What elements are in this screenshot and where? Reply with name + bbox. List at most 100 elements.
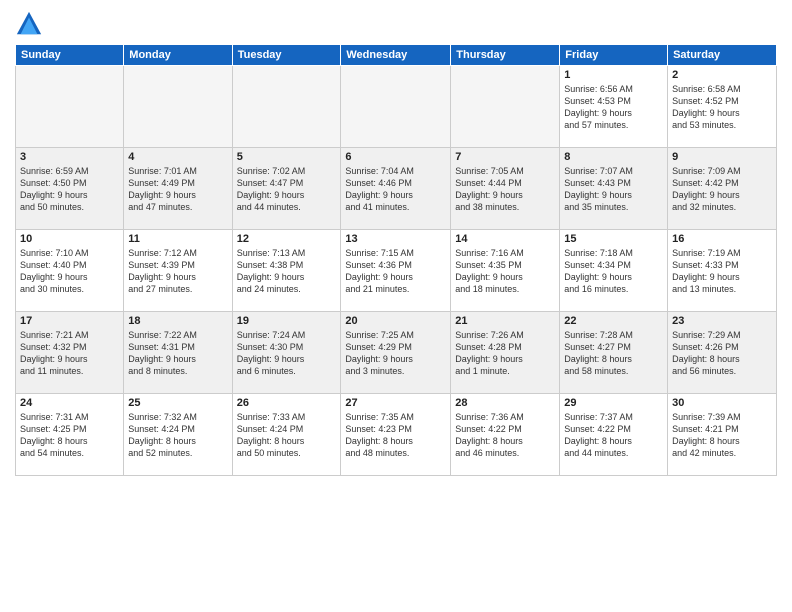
day-number: 3 [20, 151, 119, 163]
cell-line: Daylight: 9 hours [237, 271, 337, 283]
calendar-cell-day: 9Sunrise: 7:09 AMSunset: 4:42 PMDaylight… [668, 148, 777, 230]
cell-line: Sunrise: 7:25 AM [345, 329, 446, 341]
calendar-header-friday: Friday [560, 45, 668, 66]
day-number: 28 [455, 397, 555, 409]
calendar-cell-day: 10Sunrise: 7:10 AMSunset: 4:40 PMDayligh… [16, 230, 124, 312]
calendar-cell-empty [341, 66, 451, 148]
cell-line: Sunrise: 7:09 AM [672, 165, 772, 177]
day-number: 10 [20, 233, 119, 245]
cell-line: and 47 minutes. [128, 201, 227, 213]
calendar-cell-day: 8Sunrise: 7:07 AMSunset: 4:43 PMDaylight… [560, 148, 668, 230]
calendar-cell-day: 21Sunrise: 7:26 AMSunset: 4:28 PMDayligh… [451, 312, 560, 394]
calendar-header-sunday: Sunday [16, 45, 124, 66]
calendar-cell-day: 11Sunrise: 7:12 AMSunset: 4:39 PMDayligh… [124, 230, 232, 312]
cell-line: Sunrise: 7:35 AM [345, 411, 446, 423]
cell-line: Sunset: 4:36 PM [345, 259, 446, 271]
day-number: 14 [455, 233, 555, 245]
cell-line: Sunrise: 7:07 AM [564, 165, 663, 177]
calendar-cell-day: 18Sunrise: 7:22 AMSunset: 4:31 PMDayligh… [124, 312, 232, 394]
calendar-header-tuesday: Tuesday [232, 45, 341, 66]
cell-line: Sunset: 4:24 PM [128, 423, 227, 435]
day-number: 18 [128, 315, 227, 327]
calendar-cell-day: 19 Sunrise: 7:24 AMSunset: 4:30 PMDayligh… [232, 312, 341, 394]
calendar-cell-day: 6Sunrise: 7:04 AMSunset: 4:46 PMDaylight… [341, 148, 451, 230]
cell-line: Sunrise: 7:36 AM [455, 411, 555, 423]
cell-line: Sunset: 4:53 PM [564, 95, 663, 107]
cell-line: Sunrise: 7:29 AM [672, 329, 772, 341]
cell-line: and 11 minutes. [20, 365, 119, 377]
cell-line: Daylight: 9 hours [128, 189, 227, 201]
day-number: 24 [20, 397, 119, 409]
cell-line: and 6 minutes. [237, 365, 337, 377]
calendar-table: SundayMondayTuesdayWednesdayThursdayFrid… [15, 44, 777, 476]
cell-line: Sunrise: 7:01 AM [128, 165, 227, 177]
header [15, 10, 777, 38]
cell-line: Sunset: 4:35 PM [455, 259, 555, 271]
cell-line: Sunrise: 7:28 AM [564, 329, 663, 341]
cell-line: Sunrise: 7:18 AM [564, 247, 663, 259]
cell-line: Sunset: 4:23 PM [345, 423, 446, 435]
cell-line: Daylight: 8 hours [20, 435, 119, 447]
cell-line: Sunset: 4:28 PM [455, 341, 555, 353]
cell-line: Sunset: 4:52 PM [672, 95, 772, 107]
day-number: 2 [672, 69, 772, 81]
day-number: 12 [237, 233, 337, 245]
cell-line: Sunrise: 7:31 AM [20, 411, 119, 423]
day-number: 30 [672, 397, 772, 409]
cell-line: Sunset: 4:47 PM [237, 177, 337, 189]
cell-line: Sunrise: 7:24 AM [237, 329, 337, 341]
cell-line: Sunset: 4:27 PM [564, 341, 663, 353]
cell-line: Daylight: 8 hours [672, 353, 772, 365]
cell-line: Sunset: 4:31 PM [128, 341, 227, 353]
calendar-cell-day: 3Sunrise: 6:59 AMSunset: 4:50 PMDaylight… [16, 148, 124, 230]
cell-line: Sunset: 4:43 PM [564, 177, 663, 189]
cell-line: Sunset: 4:39 PM [128, 259, 227, 271]
cell-line: and 57 minutes. [564, 119, 663, 131]
cell-line: Daylight: 9 hours [345, 353, 446, 365]
cell-line: Daylight: 9 hours [564, 271, 663, 283]
cell-line: Sunset: 4:33 PM [672, 259, 772, 271]
cell-line: Sunrise: 7:12 AM [128, 247, 227, 259]
calendar-cell-day: 30Sunrise: 7:39 AMSunset: 4:21 PMDayligh… [668, 394, 777, 476]
cell-line: Sunrise: 7:19 AM [672, 247, 772, 259]
cell-line: Sunrise: 7:26 AM [455, 329, 555, 341]
cell-line: Sunrise: 7:32 AM [128, 411, 227, 423]
cell-line: Sunset: 4:46 PM [345, 177, 446, 189]
day-number: 5 [237, 151, 337, 163]
cell-line: and 24 minutes. [237, 283, 337, 295]
cell-line: Sunset: 4:30 PM [237, 341, 337, 353]
cell-line: Daylight: 9 hours [20, 353, 119, 365]
day-number: 16 [672, 233, 772, 245]
cell-line: Sunrise: 7:05 AM [455, 165, 555, 177]
calendar-cell-day: 27Sunrise: 7:35 AMSunset: 4:23 PMDayligh… [341, 394, 451, 476]
cell-line: Daylight: 9 hours [564, 107, 663, 119]
cell-line: Sunrise: 7:33 AM [237, 411, 337, 423]
calendar-header-monday: Monday [124, 45, 232, 66]
cell-line: Daylight: 9 hours [128, 353, 227, 365]
day-number: 17 [20, 315, 119, 327]
cell-line: Sunrise: 7:21 AM [20, 329, 119, 341]
calendar-cell-day: 1Sunrise: 6:56 AMSunset: 4:53 PMDaylight… [560, 66, 668, 148]
calendar-cell-day: 4Sunrise: 7:01 AMSunset: 4:49 PMDaylight… [124, 148, 232, 230]
cell-line: and 50 minutes. [237, 447, 337, 459]
cell-line: Daylight: 9 hours [564, 189, 663, 201]
cell-line: and 16 minutes. [564, 283, 663, 295]
cell-line: Sunrise: 7:37 AM [564, 411, 663, 423]
cell-line: Sunrise: 6:58 AM [672, 83, 772, 95]
calendar-cell-day: 2Sunrise: 6:58 AMSunset: 4:52 PMDaylight… [668, 66, 777, 148]
day-number: 19 [237, 315, 337, 327]
cell-line: Daylight: 9 hours [455, 189, 555, 201]
cell-line: Daylight: 9 hours [672, 271, 772, 283]
cell-line: Daylight: 9 hours [237, 353, 337, 365]
calendar-cell-empty [124, 66, 232, 148]
day-number: 26 [237, 397, 337, 409]
day-number: 22 [564, 315, 663, 327]
day-number: 7 [455, 151, 555, 163]
cell-line: and 42 minutes. [672, 447, 772, 459]
cell-line: Sunset: 4:34 PM [564, 259, 663, 271]
cell-line: Sunset: 4:32 PM [20, 341, 119, 353]
day-number: 11 [128, 233, 227, 245]
cell-line: and 13 minutes. [672, 283, 772, 295]
calendar-week-row: 24Sunrise: 7:31 AMSunset: 4:25 PMDayligh… [16, 394, 777, 476]
cell-line: Sunset: 4:49 PM [128, 177, 227, 189]
